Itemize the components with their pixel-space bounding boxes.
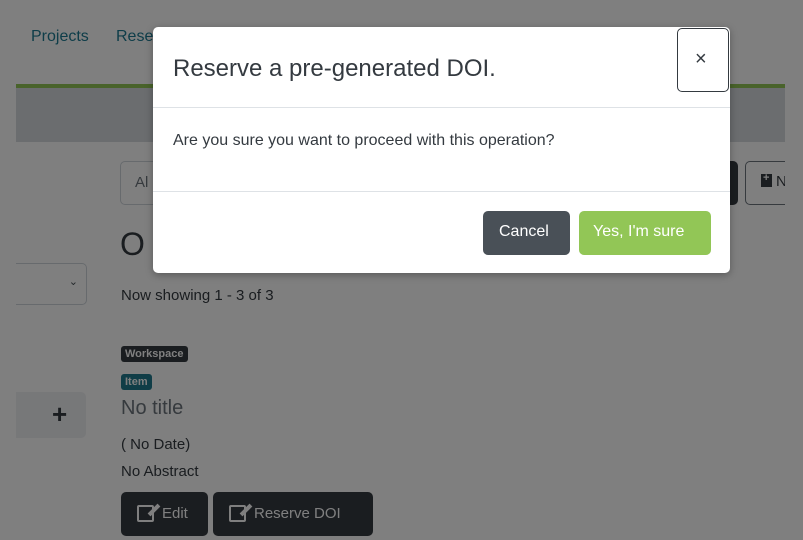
confirm-label: Yes, I'm sure — [593, 223, 685, 240]
confirm-button[interactable]: Yes, I'm sure — [579, 211, 711, 255]
close-icon: × — [695, 48, 707, 70]
close-button[interactable]: × — [677, 28, 729, 92]
confirm-dialog: Reserve a pre-generated DOI. × Are you s… — [153, 27, 730, 273]
dialog-message: Are you sure you want to proceed with th… — [173, 132, 555, 149]
dialog-header: Reserve a pre-generated DOI. × — [153, 27, 730, 108]
dialog-divider — [153, 191, 730, 192]
cancel-label: Cancel — [499, 223, 549, 240]
cancel-button[interactable]: Cancel — [483, 211, 570, 255]
dialog-title: Reserve a pre-generated DOI. — [173, 55, 496, 82]
page: Projects Rese ⌄ Al N O Now showing 1 - 3… — [0, 0, 803, 540]
